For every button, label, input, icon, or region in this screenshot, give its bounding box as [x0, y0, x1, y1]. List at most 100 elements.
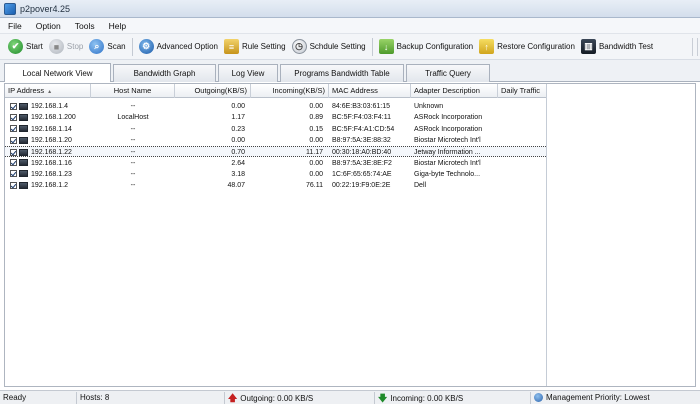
- title-bar: p2pover4.25: [0, 0, 700, 18]
- row-checkbox[interactable]: [10, 170, 17, 178]
- cell-incoming: 0.00: [309, 159, 323, 167]
- column-host-name[interactable]: Host Name: [91, 84, 175, 98]
- table-row[interactable]: 192.168.1.16 -- 2.64 0.00 B8:97:5A:3E:8E:F2 B…: [5, 158, 546, 169]
- stop-button[interactable]: ■ Stop: [48, 39, 84, 54]
- column-incoming[interactable]: Incoming(KB/S): [251, 84, 329, 98]
- menu-option[interactable]: Option: [36, 21, 61, 31]
- tab-programs-bandwidth-table[interactable]: Programs Bandwidth Table: [280, 64, 404, 82]
- cell-outgoing: 2.64: [231, 159, 245, 167]
- bandwidth-test-button[interactable]: ▥ Bandwidth Test: [580, 39, 653, 54]
- window-title: p2pover4.25: [20, 3, 71, 14]
- column-daily-traffic[interactable]: Daily Traffic: [498, 84, 546, 98]
- download-arrow-icon: 🡇: [378, 393, 388, 403]
- cell-ip[interactable]: 192.168.1.16: [5, 158, 91, 169]
- cell-adapter: Dell: [414, 182, 427, 190]
- cell-adapter: ASRock Incorporation: [414, 125, 483, 133]
- cell-host: --: [130, 159, 136, 167]
- toolbar-separator: [131, 37, 133, 56]
- local-network-view-panel: IP Address ▴ Host Name Outgoing(KB/S) Inc…: [4, 83, 696, 387]
- table-row[interactable]: 192.168.1.20 -- 0.00 0.00 B8:97:5A:3E:88:32 B…: [5, 135, 546, 146]
- table-row[interactable]: 192.168.1.23 -- 3.18 0.00 1C:6F:65:65:74:AE G…: [5, 169, 546, 180]
- cell-adapter: Biostar Microtech Int'l: [414, 136, 481, 144]
- rule-setting-label: Rule Setting: [241, 42, 286, 51]
- restore-configuration-button[interactable]: ↑ Restore Configuration: [479, 39, 575, 54]
- ip-text: 192.168.1.23: [31, 170, 72, 178]
- status-outgoing: 🡅 Outgoing: 0.00 KB/S: [224, 392, 374, 404]
- table-row[interactable]: 192.168.1.22 -- 0.70 11.17 00:30:18:A0:BD:40…: [5, 146, 546, 158]
- advanced-option-button[interactable]: ⚙ Advanced Option: [138, 39, 218, 54]
- cell-ip[interactable]: 192.168.1.4: [5, 101, 91, 112]
- computer-icon: [19, 102, 28, 110]
- tab-traffic-query[interactable]: Traffic Query: [406, 64, 490, 82]
- cell-mac: B8:97:5A:3E:8E:F2: [332, 159, 392, 167]
- start-label: Start: [26, 42, 43, 51]
- column-mac-address[interactable]: MAC Address: [329, 84, 411, 98]
- row-checkbox[interactable]: [10, 136, 17, 144]
- backup-icon: ↓: [378, 39, 394, 54]
- table-row[interactable]: 192.168.1.2 -- 48.07 76.11 00:22:19:F9:0E:2E…: [5, 180, 546, 191]
- clock-icon: ◷: [291, 39, 307, 54]
- tab-bandwidth-graph[interactable]: Bandwidth Graph: [113, 64, 216, 82]
- tab-log-view[interactable]: Log View: [218, 64, 278, 82]
- row-checkbox[interactable]: [10, 148, 17, 156]
- computer-icon: [19, 159, 28, 167]
- cell-outgoing: 0.00: [231, 136, 245, 144]
- cell-mac: B8:97:5A:3E:88:32: [332, 136, 391, 144]
- scan-icon: ⌕: [89, 39, 105, 54]
- computer-icon: [19, 170, 28, 178]
- tab-strip: Local Network View Bandwidth Graph Log V…: [0, 60, 700, 82]
- row-checkbox[interactable]: [10, 125, 17, 133]
- scan-button[interactable]: ⌕ Scan: [89, 39, 126, 54]
- cell-mac: BC:5F:F4:A1:CD:54: [332, 125, 395, 133]
- row-checkbox[interactable]: [10, 113, 17, 121]
- row-checkbox[interactable]: [10, 102, 17, 110]
- rule-icon: ≡: [223, 39, 239, 54]
- toolbar: ✔ Start ■ Stop ⌕ Scan ⚙ Advanced Option …: [0, 34, 700, 60]
- row-checkbox[interactable]: [10, 181, 17, 189]
- cell-ip[interactable]: 192.168.1.14: [5, 124, 91, 135]
- column-ip-address[interactable]: IP Address ▴: [5, 84, 91, 98]
- cell-incoming: 0.00: [309, 170, 323, 178]
- cell-ip[interactable]: 192.168.1.23: [5, 169, 91, 180]
- row-checkbox[interactable]: [10, 159, 17, 167]
- computer-icon: [19, 113, 28, 121]
- backup-configuration-button[interactable]: ↓ Backup Configuration: [378, 39, 473, 54]
- stop-label: Stop: [66, 42, 84, 51]
- ip-text: 192.168.1.22: [31, 149, 72, 157]
- cell-ip[interactable]: 192.168.1.200: [5, 112, 91, 123]
- cell-incoming: 0.15: [309, 125, 323, 133]
- menu-help[interactable]: Help: [109, 21, 126, 31]
- table-row[interactable]: 192.168.1.14 -- 0.23 0.15 BC:5F:F4:A1:CD:54 A…: [5, 124, 546, 135]
- start-button[interactable]: ✔ Start: [8, 39, 43, 54]
- cell-host: --: [130, 103, 136, 110]
- column-outgoing[interactable]: Outgoing(KB/S): [175, 84, 251, 98]
- schedule-setting-button[interactable]: ◷ Schdule Setting: [291, 39, 366, 54]
- rule-setting-button[interactable]: ≡ Rule Setting: [223, 39, 286, 54]
- cell-daily-traffic: [498, 180, 546, 191]
- table-row[interactable]: 192.168.1.200 LocalHost 1.17 0.89 BC:5F:F4:0…: [5, 112, 546, 123]
- cell-daily-traffic: [498, 124, 546, 135]
- table-row[interactable]: 192.168.1.4 -- 0.00 0.00 84:6E:B3:03:61:15 Un…: [5, 101, 546, 112]
- cell-ip[interactable]: 192.168.1.20: [5, 135, 91, 146]
- tab-local-network-view[interactable]: Local Network View: [4, 63, 111, 82]
- computer-icon: [19, 148, 28, 156]
- cell-incoming: 0.00: [309, 103, 323, 110]
- cell-daily-traffic: [498, 135, 546, 146]
- menu-tools[interactable]: Tools: [75, 21, 95, 31]
- ip-text: 192.168.1.14: [31, 125, 72, 133]
- computer-icon: [19, 136, 28, 144]
- cell-mac: 84:6E:B3:03:61:15: [332, 103, 390, 110]
- status-hosts: Hosts: 8: [76, 392, 224, 404]
- cell-host: --: [130, 136, 136, 144]
- restore-icon: ↑: [479, 39, 495, 54]
- bandwidth-icon: ▥: [580, 39, 596, 54]
- toolbar-grip[interactable]: [692, 38, 698, 56]
- column-adapter-description[interactable]: Adapter Description: [411, 84, 498, 98]
- cell-mac: 1C:6F:65:65:74:AE: [332, 170, 392, 178]
- menu-file[interactable]: File: [8, 21, 22, 31]
- globe-gear-icon: ⚙: [138, 39, 154, 54]
- cell-ip[interactable]: 192.168.1.2: [5, 180, 91, 191]
- schedule-setting-label: Schdule Setting: [309, 42, 366, 51]
- status-incoming: 🡇 Incoming: 0.00 KB/S: [374, 392, 530, 404]
- cell-daily-traffic: [498, 158, 546, 169]
